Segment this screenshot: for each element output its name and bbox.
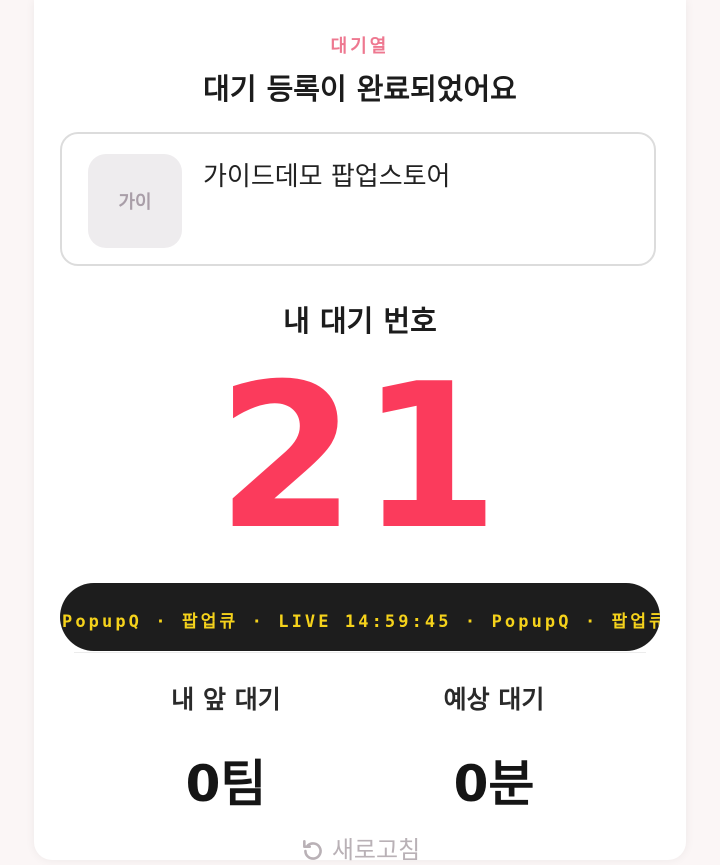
store-thumbnail-text: 가이 — [118, 192, 152, 213]
page-title: 대기 등록이 완료되었어요 — [203, 72, 517, 106]
live-ticker-text: PopupQ · 팝업큐 · LIVE 14:59:45 · PopupQ · … — [62, 612, 660, 632]
waiting-confirmation-card: 대기열 대기 등록이 완료되었어요 가이 가이드데모 팝업스토어 내 대기 번호… — [34, 0, 686, 864]
teams-ahead-label: 내 앞 대기 — [171, 685, 281, 714]
teams-ahead-value: 0팀 — [185, 755, 267, 813]
store-info-card[interactable]: 가이 가이드데모 팝업스토어 — [60, 132, 656, 266]
refresh-icon — [302, 839, 322, 860]
refresh-label: 새로고침 — [331, 836, 421, 864]
refresh-button[interactable]: 새로고침 — [34, 830, 686, 865]
expected-wait-stat: 예상 대기 0분 — [374, 680, 614, 816]
expected-wait-value: 0분 — [453, 755, 535, 813]
divider — [74, 652, 646, 653]
store-thumbnail: 가이 — [88, 154, 182, 248]
store-name: 가이드데모 팝업스토어 — [203, 162, 451, 192]
queue-number: 21 — [216, 341, 504, 574]
live-ticker: PopupQ · 팝업큐 · LIVE 14:59:45 · PopupQ · … — [60, 583, 660, 651]
section-eyebrow: 대기열 — [330, 36, 390, 57]
teams-ahead-stat: 내 앞 대기 0팀 — [106, 680, 346, 816]
expected-wait-label: 예상 대기 — [443, 685, 545, 714]
queue-number-label: 내 대기 번호 — [283, 304, 437, 338]
